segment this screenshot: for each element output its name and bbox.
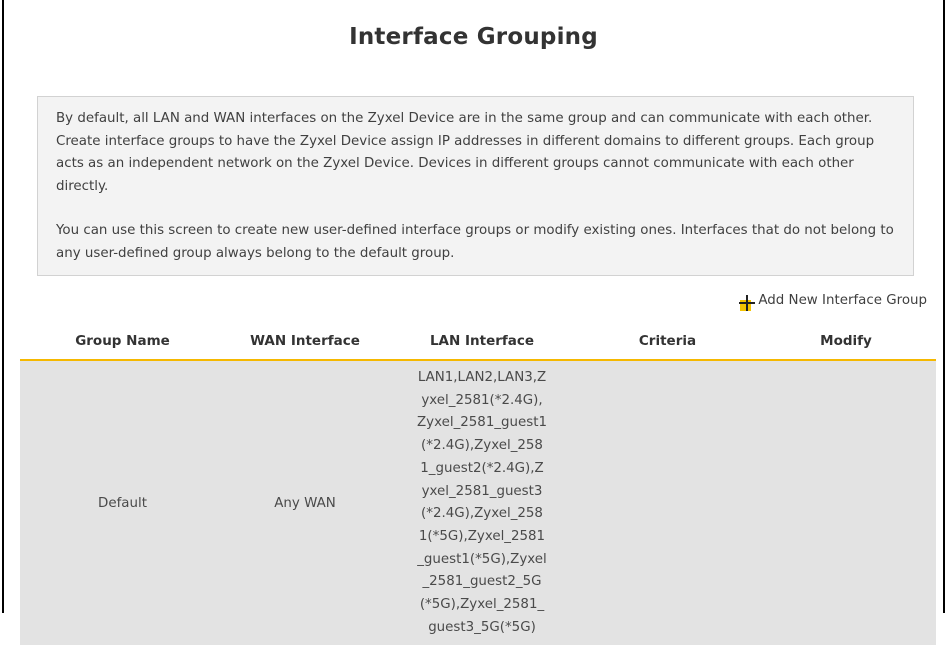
lan-interface-list: LAN1,LAN2,LAN3,Zyxel_2581(*2.4G),Zyxel_2… [417, 370, 548, 635]
wan-interface-cell: Any WAN [225, 360, 385, 645]
description-box: By default, all LAN and WAN interfaces o… [37, 96, 914, 276]
table-row: Default Any WAN LAN1,LAN2,LAN3,Zyxel_258… [20, 360, 936, 645]
add-new-interface-group-button[interactable]: Add New Interface Group [739, 292, 927, 312]
page-title: Interface Grouping [349, 24, 598, 50]
column-header-criteria: Criteria [579, 322, 756, 361]
description-paragraph-2: You can use this screen to create new us… [56, 223, 894, 261]
column-header-wan-interface: WAN Interface [225, 322, 385, 361]
column-header-lan-interface: LAN Interface [385, 322, 579, 361]
add-new-interface-group-label: Add New Interface Group [758, 293, 927, 308]
column-header-group-name: Group Name [20, 322, 225, 361]
content-frame: Interface Grouping By default, all LAN a… [2, 0, 945, 645]
group-name-cell: Default [20, 360, 225, 645]
interface-group-table: Group Name WAN Interface LAN Interface C… [20, 322, 936, 645]
lan-interface-cell: LAN1,LAN2,LAN3,Zyxel_2581(*2.4G),Zyxel_2… [385, 360, 579, 645]
modify-cell [756, 360, 936, 645]
description-paragraph-1: By default, all LAN and WAN interfaces o… [56, 111, 875, 194]
plus-icon [739, 295, 756, 312]
table-header-row: Group Name WAN Interface LAN Interface C… [20, 322, 936, 361]
criteria-cell [579, 360, 756, 645]
column-header-modify: Modify [756, 322, 936, 361]
